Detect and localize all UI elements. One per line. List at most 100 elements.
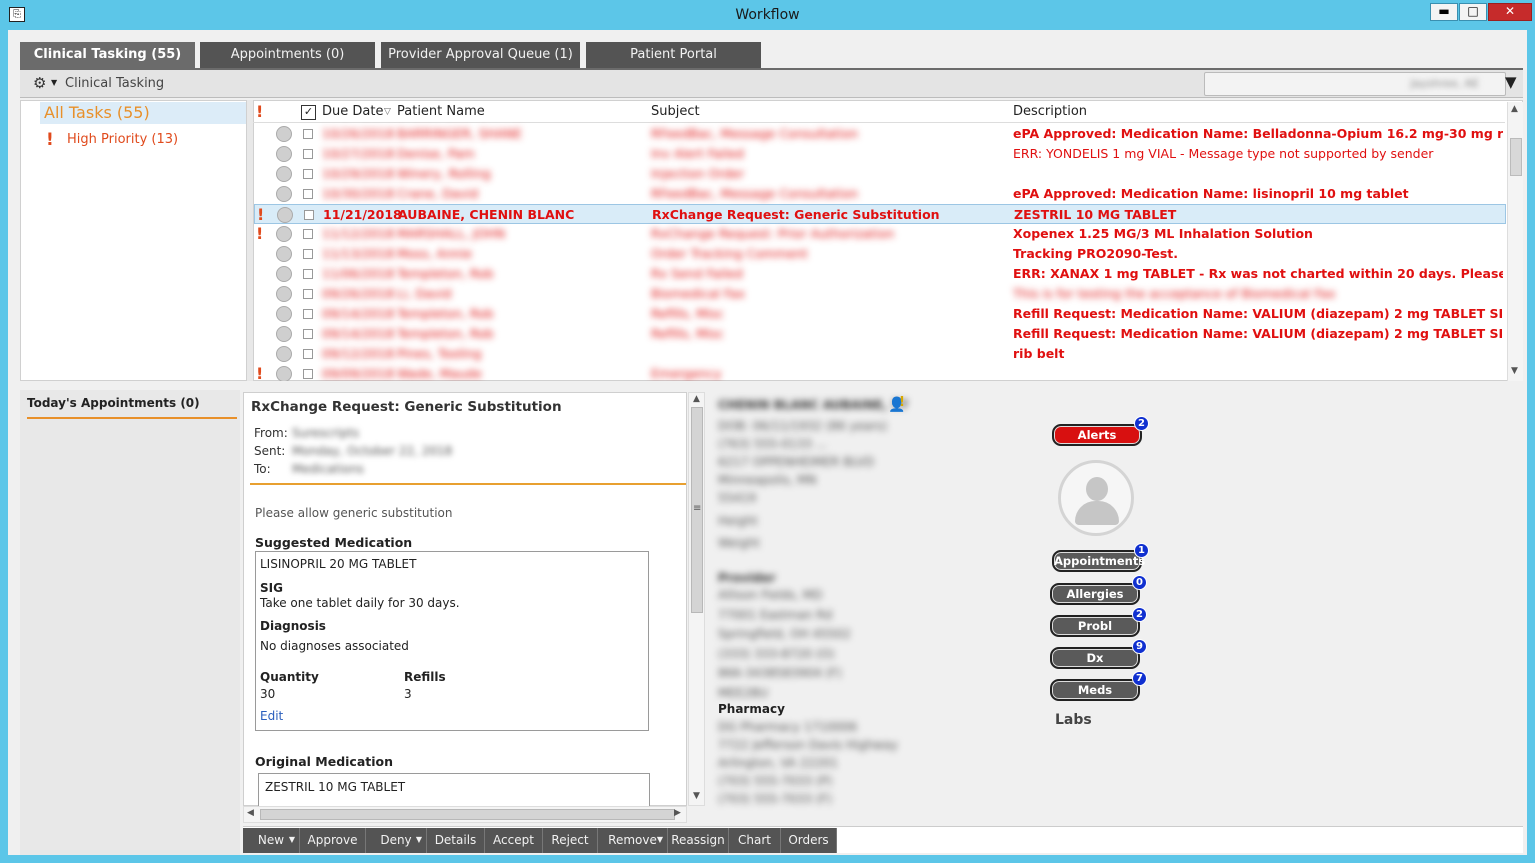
status-clock-icon[interactable] (276, 286, 292, 302)
status-clock-icon[interactable] (277, 207, 293, 223)
table-row[interactable]: 09/14/2018 Templeton, Rob Refills, Misc Ref… (254, 304, 1506, 324)
action-chart-button[interactable]: Chart (729, 828, 781, 853)
row-checkbox[interactable] (303, 349, 313, 359)
row-checkbox[interactable] (303, 329, 313, 339)
table-row[interactable]: 10/27/2018 Denise, Pam Inv Alert Failed ERR… (254, 144, 1506, 164)
column-header-patient-name[interactable]: Patient Name (397, 104, 485, 119)
row-checkbox[interactable] (303, 309, 313, 319)
table-row[interactable]: 10/30/2018 Crane, David RFeedBac, Message … (254, 184, 1506, 204)
action-deny-button[interactable]: Deny ▼ (366, 828, 427, 853)
tab-appointments[interactable]: Appointments (0) (200, 42, 375, 68)
due-date-cell: 10/27/2018 (322, 146, 395, 161)
row-checkbox[interactable] (303, 229, 313, 239)
table-row[interactable]: 09/14/2018 Templeton, Rob Refills, Misc Ref… (254, 324, 1506, 344)
provider-detail-line: Springfield, OH 45502 (718, 627, 851, 641)
table-row[interactable]: 09/12/2018 Pines, Tooling rib belt (254, 344, 1506, 364)
select-all-checkbox[interactable]: ✓ (301, 105, 316, 120)
action-remove-button[interactable]: Remove ▼ (598, 828, 668, 853)
table-row[interactable]: 10/26/2018 BARRINGER, SHANE RFeedBac, Mess… (254, 124, 1506, 144)
tab-clinical-tasking[interactable]: Clinical Tasking (55) (20, 42, 195, 68)
scroll-down-icon[interactable]: ▼ (693, 791, 700, 801)
column-header-subject[interactable]: Subject (651, 104, 700, 119)
scroll-right-icon[interactable]: ▶ (674, 808, 681, 818)
due-date-cell: 09/26/2018 (322, 286, 395, 301)
table-row[interactable]: ! 11/12/2018 MARSHALL, JOHN RxChange Reques… (254, 224, 1506, 244)
scroll-up-icon[interactable]: ▲ (1511, 104, 1518, 114)
scroll-up-icon[interactable]: ▲ (693, 394, 700, 404)
table-row[interactable]: 11/13/2018 Moss, Annie Order Tracking Comm… (254, 244, 1506, 264)
row-checkbox[interactable] (303, 249, 313, 259)
dx-button[interactable]: Dx (1050, 647, 1140, 669)
filter-input[interactable]: Jayshree, AE (1204, 72, 1506, 96)
sent-value: Monday, October 22, 2018 (292, 444, 453, 458)
row-checkbox[interactable] (303, 369, 313, 379)
allergies-button[interactable]: Allergies (1050, 583, 1140, 605)
row-checkbox[interactable] (303, 289, 313, 299)
scroll-thumb[interactable] (1510, 138, 1522, 176)
maximize-button[interactable]: □ (1459, 3, 1487, 21)
message-horizontal-scrollbar[interactable]: ◀ ▶ (243, 806, 687, 823)
action-accept-button[interactable]: Accept (485, 828, 543, 853)
status-clock-icon[interactable] (276, 246, 292, 262)
table-row[interactable]: ! 11/21/2018 AUBAINE, CHENIN BLANC RxChange… (254, 204, 1506, 224)
chevron-down-icon[interactable]: ▼ (289, 828, 295, 852)
meds-button[interactable]: Meds (1050, 679, 1140, 701)
app-icon[interactable]: ⎘ (9, 7, 25, 22)
nav-item-all-tasks[interactable]: All Tasks (55) (40, 102, 246, 124)
scroll-down-icon[interactable]: ▼ (1511, 366, 1518, 376)
alerts-button[interactable]: Alerts (1052, 424, 1142, 446)
filter-icon[interactable]: ▼ (1505, 73, 1517, 91)
priority-icon: ! (257, 205, 265, 224)
column-header-description[interactable]: Description (1013, 104, 1087, 119)
sort-icon[interactable]: ▽ (384, 107, 391, 117)
tab-patient-portal[interactable]: Patient Portal (586, 42, 761, 68)
problems-button[interactable]: Probl (1050, 615, 1140, 637)
scroll-thumb[interactable] (260, 809, 675, 820)
table-row[interactable]: 10/29/2018 Winery, Rolling Injection Order (254, 164, 1506, 184)
action-approve-button[interactable]: Approve (300, 828, 366, 853)
action-reassign-button[interactable]: Reassign (668, 828, 729, 853)
tab-provider-approval-queue[interactable]: Provider Approval Queue (1) (381, 42, 580, 68)
labs-link[interactable]: Labs (1055, 712, 1092, 728)
grid-scrollbar[interactable]: ▲ ▼ (1507, 102, 1523, 381)
status-clock-icon[interactable] (276, 346, 292, 362)
status-clock-icon[interactable] (276, 266, 292, 282)
appointments-button[interactable]: Appointments (1052, 550, 1145, 572)
status-clock-icon[interactable] (276, 186, 292, 202)
action-details-button[interactable]: Details (427, 828, 485, 853)
pharmacy-detail-line: (703) 555-7033 (P) (718, 774, 833, 788)
action-orders-button[interactable]: Orders (781, 828, 837, 853)
row-checkbox[interactable] (303, 169, 313, 179)
gear-icon[interactable]: ⚙ (33, 74, 46, 92)
nav-item-high-priority[interactable]: High Priority (13) (67, 132, 178, 147)
action-new-button[interactable]: New ▼ (243, 828, 300, 853)
minimize-button[interactable]: ▬ (1430, 3, 1458, 21)
table-row[interactable]: 09/26/2018 Li, David Biomedical Fax This is… (254, 284, 1506, 304)
horizontal-splitter[interactable] (20, 381, 1523, 390)
action-label: Accept (493, 833, 534, 847)
chevron-down-icon[interactable]: ▼ (657, 828, 663, 852)
chevron-down-icon[interactable]: ▼ (51, 78, 57, 87)
column-header-due-date[interactable]: Due Date (322, 104, 383, 119)
status-clock-icon[interactable] (276, 166, 292, 182)
window-title: Workflow (735, 7, 800, 23)
row-checkbox[interactable] (303, 129, 313, 139)
status-clock-icon[interactable] (276, 146, 292, 162)
message-vertical-scrollbar[interactable]: ▲ ≡ ▼ (688, 392, 705, 806)
row-checkbox[interactable] (303, 269, 313, 279)
status-clock-icon[interactable] (276, 306, 292, 322)
priority-column-icon[interactable]: ! (256, 102, 263, 121)
table-row[interactable]: 11/06/2018 Templeton, Rob Rx Send Failed ER… (254, 264, 1506, 284)
status-clock-icon[interactable] (276, 226, 292, 242)
edit-link[interactable]: Edit (260, 709, 283, 723)
status-clock-icon[interactable] (276, 366, 292, 382)
row-checkbox[interactable] (303, 189, 313, 199)
row-checkbox[interactable] (303, 149, 313, 159)
status-clock-icon[interactable] (276, 326, 292, 342)
close-button[interactable]: ✕ (1488, 3, 1532, 21)
scroll-left-icon[interactable]: ◀ (247, 808, 254, 818)
row-checkbox[interactable] (304, 210, 314, 220)
action-reject-button[interactable]: Reject (543, 828, 598, 853)
status-clock-icon[interactable] (276, 126, 292, 142)
chevron-down-icon[interactable]: ▼ (416, 828, 422, 852)
